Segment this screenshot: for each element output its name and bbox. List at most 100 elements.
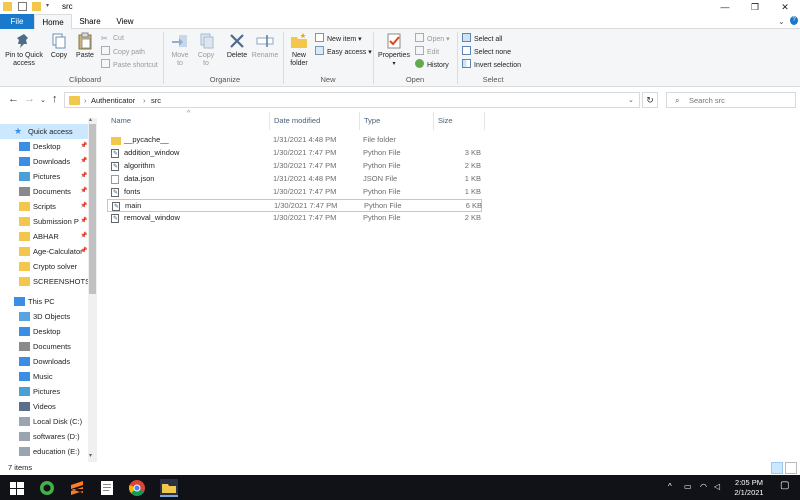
invert-selection-button[interactable]: Invert selection: [462, 59, 521, 71]
copy-button[interactable]: Copy: [48, 32, 70, 60]
nav-item[interactable]: Age-Calculator 📌: [0, 244, 88, 259]
large-icons-view-icon[interactable]: [785, 462, 797, 474]
properties-qat-icon[interactable]: [18, 2, 27, 11]
close-button[interactable]: ✕: [770, 0, 800, 14]
battery-icon[interactable]: ▭: [684, 482, 692, 491]
breadcrumb-authenticator[interactable]: Authenticator: [91, 96, 135, 105]
table-row[interactable]: data.json 1/31/2021 4:48 PM JSON File 1 KB: [107, 173, 482, 186]
column-divider[interactable]: [269, 112, 270, 130]
new-item-button[interactable]: New item ▾: [315, 33, 362, 45]
address-bar[interactable]: › Authenticator › src ⌄: [64, 92, 640, 108]
nav-item[interactable]: Music: [0, 369, 88, 384]
properties-button[interactable]: Properties ▾: [376, 32, 412, 68]
chevron-down-icon[interactable]: ▾: [376, 60, 412, 68]
breadcrumb-separator-icon[interactable]: ›: [84, 96, 87, 105]
pin-to-quick-access-button[interactable]: Pin to Quick access: [3, 32, 45, 68]
nav-item[interactable]: Pictures: [0, 384, 88, 399]
taskbar-clock[interactable]: 2:05 PM 2/1/2021: [728, 478, 770, 498]
minimize-button[interactable]: —: [710, 0, 740, 14]
search-input[interactable]: [689, 94, 789, 106]
nav-item[interactable]: Desktop: [0, 324, 88, 339]
column-header-date[interactable]: Date modified: [274, 116, 320, 125]
table-row[interactable]: ✎ removal_window 1/30/2021 7:47 PM Python F…: [107, 212, 482, 225]
paste-shortcut-button[interactable]: Paste shortcut: [101, 59, 158, 71]
nav-item[interactable]: Videos: [0, 399, 88, 414]
paste-button[interactable]: Paste: [73, 32, 97, 60]
easy-access-button[interactable]: Easy access ▾: [315, 46, 372, 58]
breadcrumb-src[interactable]: src: [151, 96, 161, 105]
nav-item[interactable]: Documents: [0, 339, 88, 354]
refresh-button[interactable]: ↻: [642, 92, 658, 108]
nav-item[interactable]: Submission P 📌: [0, 214, 88, 229]
wifi-icon[interactable]: ◠: [700, 482, 707, 491]
file-explorer-icon[interactable]: [160, 479, 178, 497]
column-divider[interactable]: [359, 112, 360, 130]
anaconda-icon[interactable]: [38, 479, 56, 497]
table-row[interactable]: ✎ main 1/30/2021 7:47 PM Python File 6 KB: [107, 199, 482, 212]
delete-button[interactable]: Delete: [224, 32, 250, 60]
nav-item[interactable]: SCREENSHOTS: [0, 274, 88, 289]
nav-item[interactable]: Desktop 📌: [0, 139, 88, 154]
nav-scroll-thumb[interactable]: [89, 124, 96, 294]
nav-item[interactable]: Scripts 📌: [0, 199, 88, 214]
nav-item[interactable]: Pictures 📌: [0, 169, 88, 184]
nav-item[interactable]: Local Disk (C:): [0, 414, 88, 429]
table-row[interactable]: ✎ algorithm 1/30/2021 7:47 PM Python File 2 …: [107, 160, 482, 173]
column-header-type[interactable]: Type: [364, 116, 380, 125]
column-divider[interactable]: [433, 112, 434, 130]
nav-item[interactable]: education (E:): [0, 444, 88, 459]
up-arrow-icon[interactable]: ↑: [52, 93, 58, 105]
breadcrumb-separator-icon[interactable]: ›: [143, 96, 146, 105]
open-button[interactable]: Open ▾: [415, 33, 450, 45]
notifications-icon[interactable]: ▢: [780, 480, 789, 491]
tab-share[interactable]: Share: [72, 14, 108, 29]
nav-item[interactable]: Crypto solver: [0, 259, 88, 274]
windows-start-icon[interactable]: [8, 479, 26, 497]
maximize-button[interactable]: ❐: [740, 0, 770, 14]
nav-item[interactable]: This PC: [0, 294, 88, 309]
back-arrow-icon[interactable]: ←: [8, 93, 19, 105]
volume-icon[interactable]: ◁: [714, 482, 720, 491]
recent-locations-chevron-icon[interactable]: ⌄: [40, 96, 46, 104]
copy-path-button[interactable]: Copy path: [101, 46, 145, 58]
chrome-icon[interactable]: [128, 479, 146, 497]
help-icon[interactable]: ?: [790, 16, 798, 25]
details-view-icon[interactable]: [771, 462, 783, 474]
select-all-button[interactable]: Select all: [462, 33, 502, 45]
scroll-up-icon[interactable]: ▴: [89, 116, 92, 123]
column-divider[interactable]: [484, 112, 485, 130]
address-dropdown-icon[interactable]: ⌄: [628, 96, 634, 104]
chevron-down-icon[interactable]: ▾: [46, 2, 52, 11]
search-box[interactable]: ⌕: [666, 92, 796, 108]
rename-button[interactable]: Rename: [251, 32, 279, 60]
sublime-icon[interactable]: [68, 479, 86, 497]
nav-item[interactable]: ABHAR 📌: [0, 229, 88, 244]
column-header-name[interactable]: Name: [111, 116, 131, 125]
new-folder-qat-icon[interactable]: [32, 2, 41, 11]
tray-overflow-icon[interactable]: ^: [668, 482, 672, 491]
column-header-size[interactable]: Size: [438, 116, 453, 125]
edit-button[interactable]: Edit: [415, 46, 439, 58]
tab-view[interactable]: View: [108, 14, 142, 29]
nav-item[interactable]: Downloads: [0, 354, 88, 369]
new-folder-button[interactable]: New folder: [287, 32, 311, 68]
nav-item[interactable]: softwares (D:): [0, 429, 88, 444]
notepad-icon[interactable]: [98, 479, 116, 497]
nav-item[interactable]: Downloads 📌: [0, 154, 88, 169]
forward-arrow-icon[interactable]: →: [24, 93, 35, 105]
cut-button[interactable]: ✂ Cut: [101, 33, 124, 45]
scroll-down-icon[interactable]: ▾: [89, 452, 92, 459]
nav-item[interactable]: 3D Objects: [0, 309, 88, 324]
tab-home[interactable]: Home: [34, 14, 72, 30]
tab-file[interactable]: File: [0, 14, 34, 29]
select-none-button[interactable]: Select none: [462, 46, 511, 58]
table-row[interactable]: ✎ fonts 1/30/2021 7:47 PM Python File 1 KB: [107, 186, 482, 199]
nav-scrollbar[interactable]: ▴ ▾: [88, 116, 97, 462]
table-row[interactable]: ✎ addition_window 1/30/2021 7:47 PM Python …: [107, 147, 482, 160]
move-to-button[interactable]: Move to: [168, 32, 192, 68]
table-row[interactable]: __pycache__ 1/31/2021 4:48 PM File folder: [107, 134, 482, 147]
history-button[interactable]: History: [415, 59, 449, 71]
nav-item[interactable]: Documents 📌: [0, 184, 88, 199]
copy-to-button[interactable]: Copy to: [194, 32, 218, 68]
expand-ribbon-icon[interactable]: ⌄: [778, 17, 785, 26]
